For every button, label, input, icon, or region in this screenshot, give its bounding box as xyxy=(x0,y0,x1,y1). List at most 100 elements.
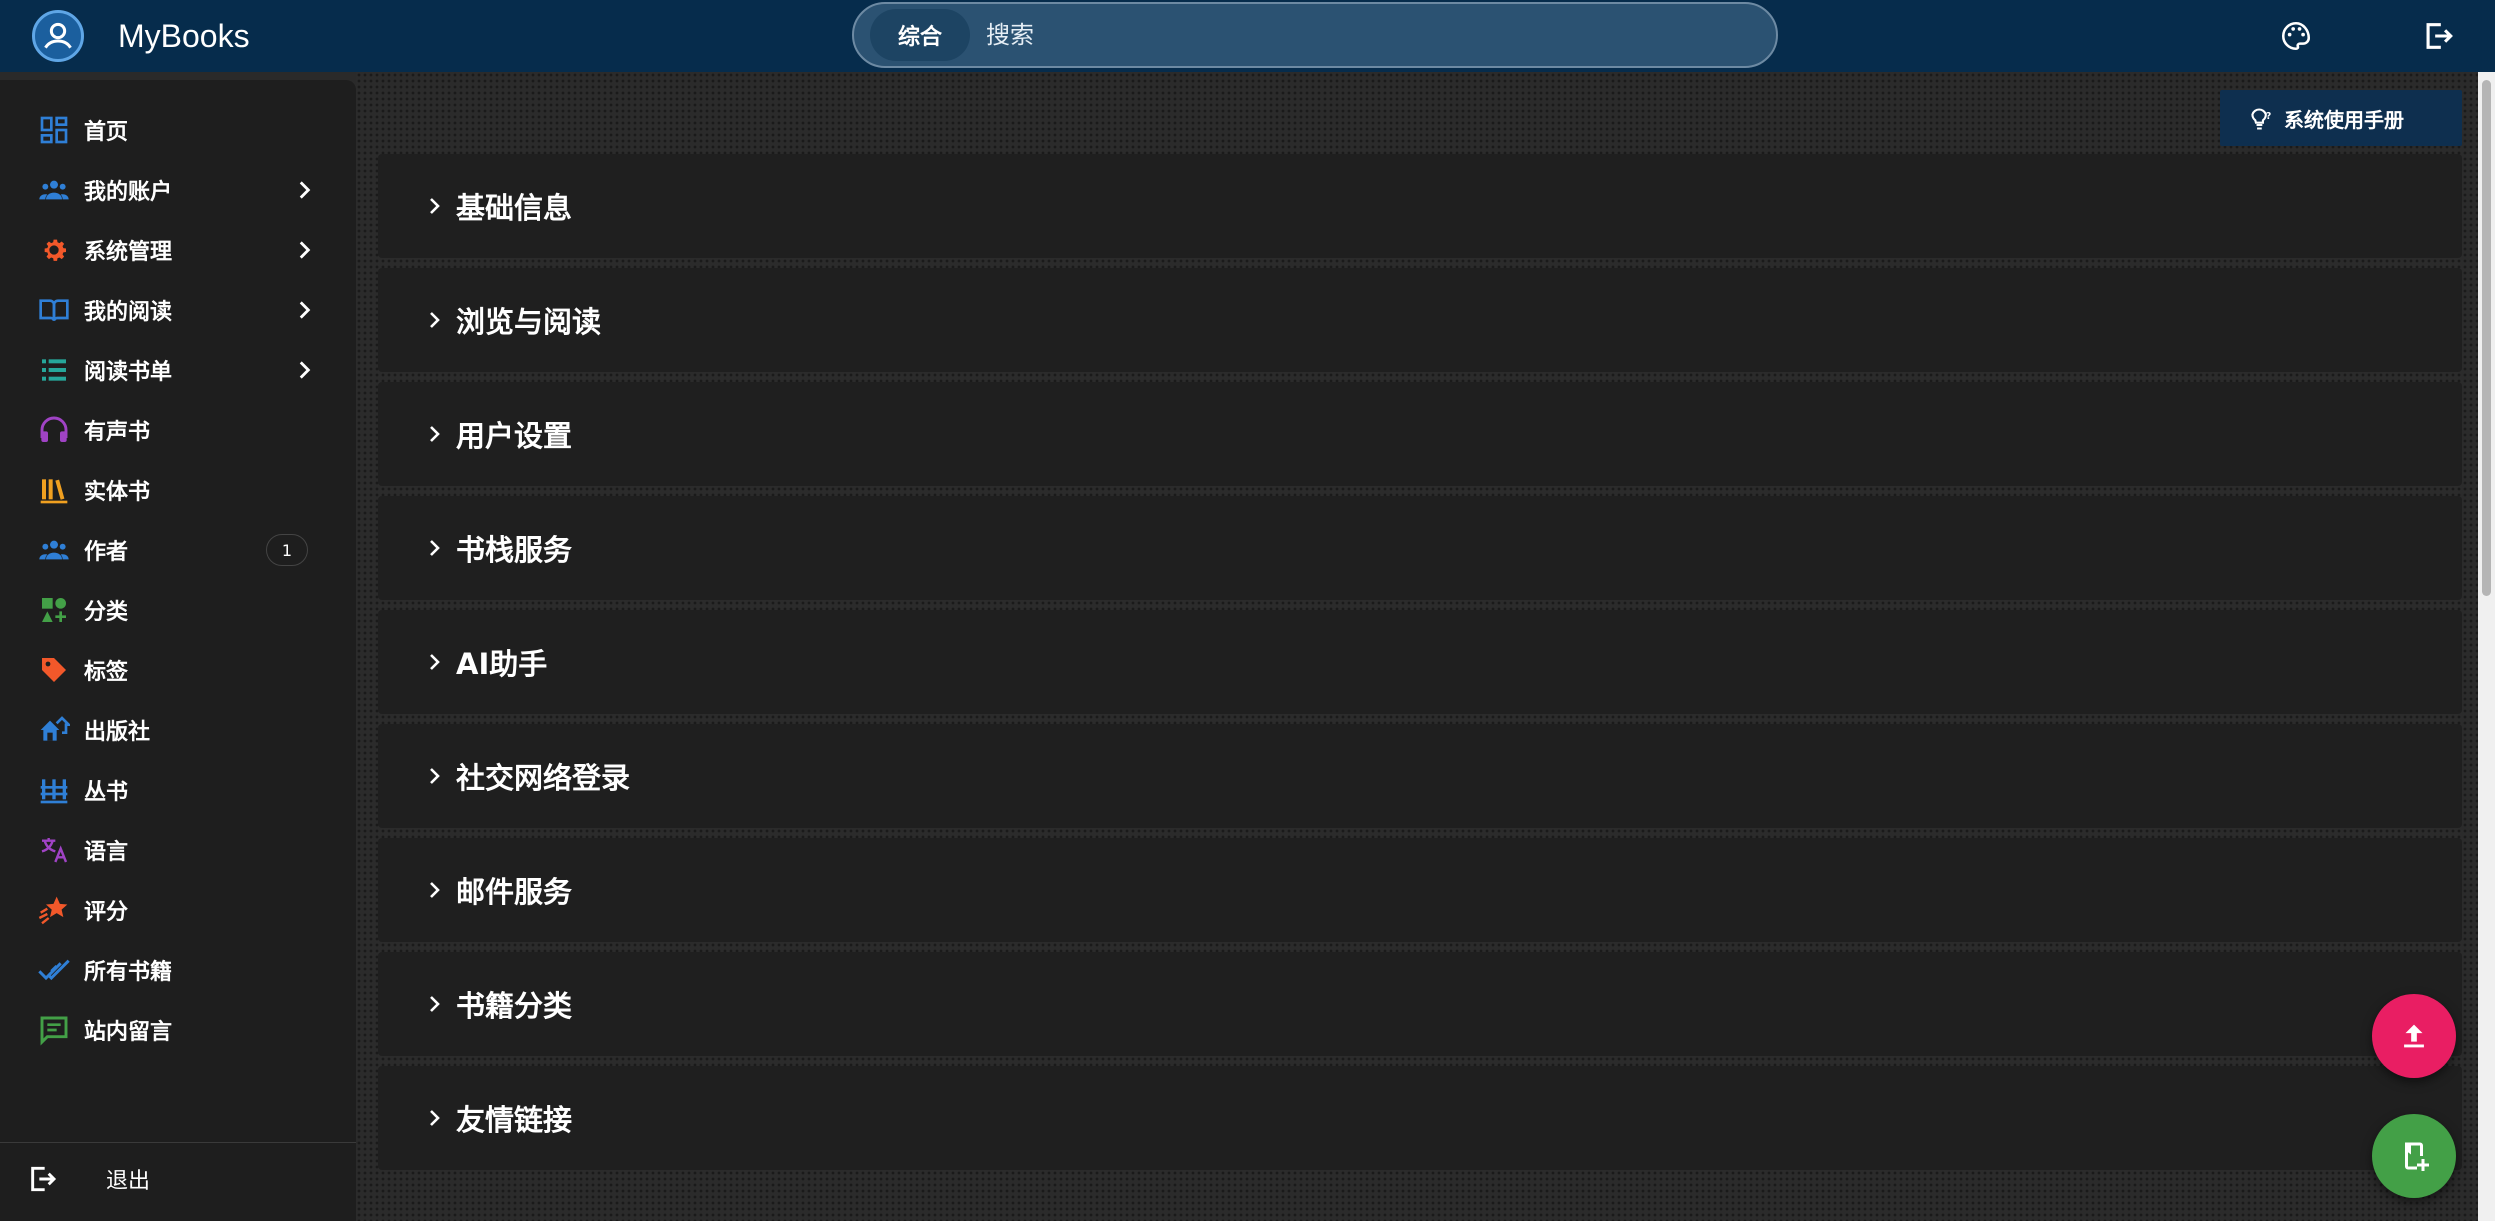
people-icon xyxy=(36,172,72,208)
star-icon xyxy=(36,892,72,928)
sidebar-item[interactable]: 丛书 xyxy=(0,760,356,820)
chevron-right-icon xyxy=(418,304,450,336)
sidebar-item-logout[interactable]: 退出 xyxy=(0,1148,356,1210)
chevron-right-icon xyxy=(418,646,450,678)
gear-icon xyxy=(36,232,72,268)
dashboard-icon xyxy=(36,112,72,148)
sidebar-item-label: 语言 xyxy=(84,840,129,865)
done-all-icon xyxy=(36,952,72,988)
sidebar-item[interactable]: 我的阅读 xyxy=(0,280,356,340)
user-manual-label: 系统使用手册 xyxy=(2284,107,2404,132)
headphones-icon xyxy=(36,412,72,448)
sidebar-item[interactable]: 评分 xyxy=(0,880,356,940)
open-book-icon xyxy=(36,292,72,328)
sidebar-item[interactable]: 分类 xyxy=(0,580,356,640)
house-icon xyxy=(36,712,72,748)
sidebar-item-label: 我的阅读 xyxy=(84,300,173,325)
sidebar-item-label: 所有书籍 xyxy=(84,960,173,985)
sidebar-item-label: 系统管理 xyxy=(84,240,173,265)
sidebar-item-label: 标签 xyxy=(84,660,129,685)
chevron-right-icon xyxy=(418,874,450,906)
settings-panel-header[interactable]: 友情链接 xyxy=(378,1066,2462,1170)
panel-title: 基础信息 xyxy=(456,191,573,225)
bookshelf-icon xyxy=(36,472,72,508)
people-icon xyxy=(36,532,72,568)
sidebar-item-label: 丛书 xyxy=(84,780,129,805)
lightbulb-icon: ? xyxy=(2246,103,2276,133)
sidebar-divider xyxy=(0,1142,356,1143)
translate-icon xyxy=(36,832,72,868)
app-title: MyBooks xyxy=(118,18,250,54)
sidebar-item-label: 退出 xyxy=(106,1169,151,1194)
sidebar: 首页我的账户系统管理我的阅读阅读书单有声书实体书作者 1 分类标签出版社丛书语言评分… xyxy=(0,80,356,1221)
sidebar-item[interactable]: 系统管理 xyxy=(0,220,356,280)
settings-panel-header[interactable]: AI助手 xyxy=(378,610,2462,714)
settings-panel-header[interactable]: 用户设置 xyxy=(378,382,2462,486)
tag-icon xyxy=(36,652,72,688)
sidebar-item-label: 阅读书单 xyxy=(84,360,173,385)
sidebar-item[interactable]: 标签 xyxy=(0,640,356,700)
chevron-right-icon xyxy=(418,190,450,222)
sidebar-item[interactable]: 所有书籍 xyxy=(0,940,356,1000)
sidebar-item-label: 实体书 xyxy=(84,480,151,505)
sidebar-item-label: 分类 xyxy=(84,600,129,625)
sidebar-item-label: 首页 xyxy=(84,120,129,145)
upload-fab-button[interactable] xyxy=(2372,994,2456,1078)
settings-panel-header[interactable]: 浏览与阅读 xyxy=(378,268,2462,372)
panel-title: 书栈服务 xyxy=(456,533,573,567)
user-manual-button[interactable]: ? 系统使用手册 xyxy=(2220,90,2462,146)
search-input[interactable] xyxy=(986,9,1776,61)
sidebar-item[interactable]: 我的账户 xyxy=(0,160,356,220)
columns-icon xyxy=(36,772,72,808)
search-scope-tab[interactable]: 综合 xyxy=(870,9,971,61)
chevron-right-icon xyxy=(418,532,450,564)
sidebar-item[interactable]: 作者 1 xyxy=(0,520,356,580)
category-icon xyxy=(36,592,72,628)
settings-panel-header[interactable]: 社交网络登录 xyxy=(378,724,2462,828)
chevron-right-icon xyxy=(290,176,318,204)
sidebar-item[interactable]: 实体书 xyxy=(0,460,356,520)
account-circle-icon[interactable] xyxy=(32,10,84,62)
settings-panel-header[interactable]: 基础信息 xyxy=(378,154,2462,258)
app-header: MyBooks 综合 xyxy=(0,0,2495,72)
settings-panel-header[interactable]: 书栈服务 xyxy=(378,496,2462,600)
sidebar-item[interactable]: 有声书 xyxy=(0,400,356,460)
count-badge: 1 xyxy=(266,534,308,566)
logout-icon[interactable] xyxy=(2418,16,2458,56)
sidebar-item-label: 有声书 xyxy=(84,420,151,445)
sidebar-item[interactable]: 出版社 xyxy=(0,700,356,760)
svg-text:?: ? xyxy=(2266,111,2271,122)
panel-title: 书籍分类 xyxy=(456,989,573,1023)
panel-title: 社交网络登录 xyxy=(456,761,631,795)
chevron-right-icon xyxy=(290,296,318,324)
panel-title: AI助手 xyxy=(456,647,548,681)
sidebar-item[interactable]: 语言 xyxy=(0,820,356,880)
chevron-right-icon xyxy=(418,760,450,792)
sidebar-item-label: 我的账户 xyxy=(84,180,173,205)
settings-panel-header[interactable]: 书籍分类 xyxy=(378,952,2462,1056)
sidebar-item-label: 出版社 xyxy=(84,720,151,745)
panel-title: 浏览与阅读 xyxy=(456,305,602,339)
add-book-fab-button[interactable] xyxy=(2372,1114,2456,1198)
panel-title: 友情链接 xyxy=(456,1103,573,1137)
settings-panel-header[interactable]: 邮件服务 xyxy=(378,838,2462,942)
sidebar-item[interactable]: 首页 xyxy=(0,100,356,160)
add-book-icon xyxy=(2405,1142,2429,1171)
list-icon xyxy=(36,352,72,388)
chevron-right-icon xyxy=(418,1102,450,1134)
sidebar-item-label: 站内留言 xyxy=(84,1020,173,1045)
search-bar: 综合 xyxy=(852,2,1778,68)
scrollbar-thumb[interactable] xyxy=(2482,80,2491,596)
logout-icon xyxy=(24,1161,60,1197)
chevron-right-icon xyxy=(290,236,318,264)
sidebar-item[interactable]: 站内留言 xyxy=(0,1000,356,1060)
palette-icon[interactable] xyxy=(2276,16,2316,56)
sidebar-item-label: 评分 xyxy=(84,900,129,925)
chevron-right-icon xyxy=(418,988,450,1020)
message-icon xyxy=(36,1012,72,1048)
sidebar-item[interactable]: 阅读书单 xyxy=(0,340,356,400)
panel-title: 用户设置 xyxy=(456,419,573,453)
chevron-right-icon xyxy=(290,356,318,384)
panel-title: 邮件服务 xyxy=(456,875,573,909)
sidebar-item-label: 作者 xyxy=(84,540,129,565)
